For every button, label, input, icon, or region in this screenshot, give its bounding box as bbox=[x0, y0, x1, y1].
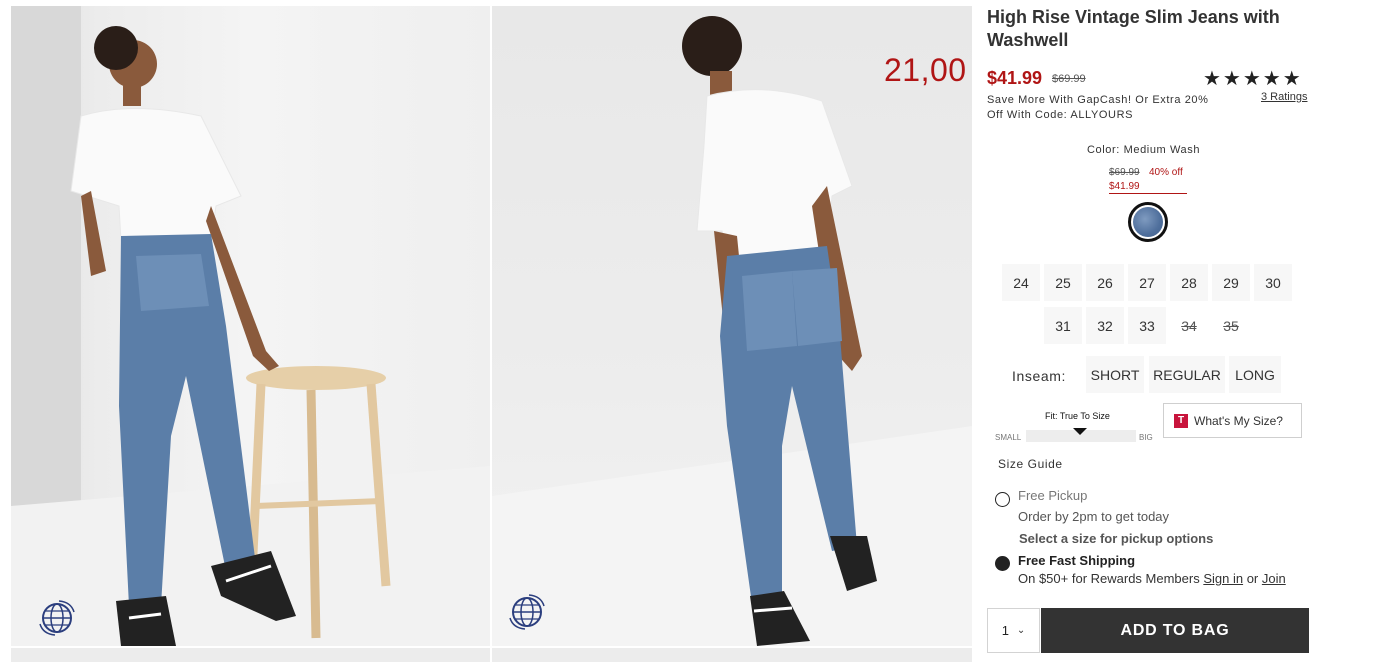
size-button-28[interactable]: 28 bbox=[1170, 264, 1208, 301]
swatch-original-price: $69.99 bbox=[1109, 167, 1140, 178]
denim-swatch-icon bbox=[1133, 207, 1163, 237]
shipping-subtitle: On $50+ for Rewards Members Sign in or J… bbox=[1018, 571, 1286, 586]
size-button-25[interactable]: 25 bbox=[1044, 264, 1082, 301]
quantity-value: 1 bbox=[1001, 623, 1009, 638]
whats-my-size-label: What's My Size? bbox=[1194, 413, 1283, 428]
ratings-link[interactable]: 3 Ratings bbox=[1261, 91, 1307, 103]
globe-360-icon[interactable] bbox=[37, 598, 77, 638]
size-button-31[interactable]: 31 bbox=[1044, 307, 1082, 344]
fit-marker-icon bbox=[1073, 428, 1087, 435]
inseam-long-button[interactable]: LONG bbox=[1229, 356, 1281, 393]
join-link[interactable]: Join bbox=[1262, 571, 1286, 586]
pickup-radio[interactable] bbox=[995, 492, 1010, 507]
pickup-title: Free Pickup bbox=[1018, 488, 1088, 503]
true-fit-logo-icon: T bbox=[1174, 413, 1188, 428]
pickup-note: Select a size for pickup options bbox=[1019, 531, 1214, 546]
swatch-discount: 40% off bbox=[1149, 167, 1183, 178]
model-front-illustration bbox=[11, 6, 490, 646]
inseam-short-button[interactable]: SHORT bbox=[1086, 356, 1144, 393]
product-photo-front[interactable] bbox=[11, 6, 490, 646]
size-button-29[interactable]: 29 bbox=[1212, 264, 1250, 301]
size-button-24[interactable]: 24 bbox=[1002, 264, 1040, 301]
quantity-select[interactable]: 1 ⌄ bbox=[987, 608, 1040, 653]
fit-title: Fit: True To Size bbox=[1045, 411, 1110, 421]
rating-stars-icon: ★★★★★ bbox=[1203, 68, 1303, 90]
inseam-label: Inseam: bbox=[1012, 368, 1066, 384]
pickup-subtitle: Order by 2pm to get today bbox=[1018, 509, 1170, 524]
shipping-title: Free Fast Shipping bbox=[1018, 553, 1136, 568]
size-button-33[interactable]: 33 bbox=[1128, 307, 1166, 344]
size-button-26[interactable]: 26 bbox=[1086, 264, 1124, 301]
sign-in-link[interactable]: Sign in bbox=[1203, 571, 1243, 586]
or-text: or bbox=[1243, 571, 1262, 586]
color-swatch-medium-wash[interactable] bbox=[1128, 202, 1168, 242]
product-page: 21,00 High Rise Vintage Slim Jeans with … bbox=[0, 0, 1393, 662]
fit-big-label: BIG bbox=[1139, 433, 1153, 442]
swatch-sale-price: $41.99 bbox=[1109, 181, 1187, 194]
next-photo-edge bbox=[492, 648, 972, 662]
chevron-down-icon: ⌄ bbox=[1016, 625, 1026, 636]
size-button-30[interactable]: 30 bbox=[1254, 264, 1292, 301]
globe-360-icon[interactable] bbox=[507, 592, 547, 632]
whats-my-size-button[interactable]: T What's My Size? bbox=[1163, 403, 1302, 438]
fit-small-label: SMALL bbox=[995, 433, 1022, 442]
inseam-regular-button[interactable]: REGULAR bbox=[1149, 356, 1225, 393]
size-button-34-unavailable[interactable]: 34 bbox=[1170, 307, 1208, 344]
product-photo-back[interactable] bbox=[492, 6, 972, 646]
product-title: High Rise Vintage Slim Jeans with Washwe… bbox=[987, 7, 1280, 50]
promo-text: Save More With GapCash! Or Extra 20% Off… bbox=[987, 94, 1209, 121]
next-photo-edge bbox=[11, 648, 490, 662]
sale-price: $41.99 bbox=[987, 68, 1043, 88]
add-to-bag-button[interactable]: ADD TO BAG bbox=[1041, 608, 1309, 653]
original-price: $69.99 bbox=[1052, 73, 1086, 85]
overlay-price-fragment: 21,00 bbox=[884, 52, 967, 88]
color-label: Color: Medium Wash bbox=[1087, 144, 1201, 156]
model-back-illustration bbox=[492, 16, 972, 646]
size-guide-link[interactable]: Size Guide bbox=[998, 457, 1063, 471]
size-button-32[interactable]: 32 bbox=[1086, 307, 1124, 344]
size-button-27[interactable]: 27 bbox=[1128, 264, 1166, 301]
shipping-subtitle-text: On $50+ for Rewards Members bbox=[1018, 571, 1204, 586]
size-button-35-unavailable[interactable]: 35 bbox=[1212, 307, 1250, 344]
shipping-radio-selected[interactable] bbox=[995, 556, 1010, 571]
